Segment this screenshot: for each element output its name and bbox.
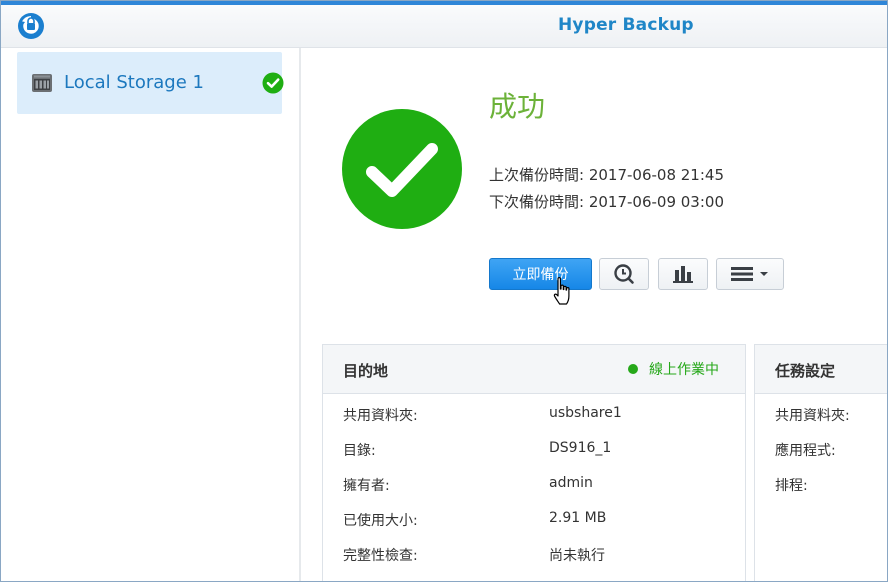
bar-chart-icon [673,266,693,283]
success-check-icon [262,72,284,94]
title-bar: Hyper Backup [1,1,887,48]
destination-row-value: 2.91 MB [549,510,607,526]
destination-row-key: 擁有者: [343,478,390,494]
success-check-icon [342,109,462,229]
chevron-down-icon [759,272,768,276]
task-settings-card-header: 任務設定 [755,345,887,394]
last-backup-time: 上次備份時間: 2017-06-08 21:45 [489,166,724,184]
sidebar-item-local-storage-1[interactable]: Local Storage 1 [17,52,284,114]
destination-row-value: 尚未執行 [549,548,605,564]
destination-card: 目的地 線上作業中 共用資料夾: usbshare1 目錄: DS916_1 擁… [322,344,746,581]
task-settings-card: 任務設定 共用資料夾: 應用程式: 排程: [754,344,887,581]
destination-title: 目的地 [343,362,389,380]
window-title: Hyper Backup [558,15,694,35]
version-list-button[interactable] [599,258,649,290]
main-panel: 成功 上次備份時間: 2017-06-08 21:45 下次備份時間: 2017… [301,48,887,581]
hand-pointer-icon [553,277,570,305]
menu-icon [730,267,753,281]
history-clock-icon [614,264,634,284]
destination-row-value: admin [549,475,593,491]
task-settings-row-key: 排程: [775,478,808,494]
online-status-dot [628,364,638,374]
next-backup-time: 下次備份時間: 2017-06-09 03:00 [489,193,724,211]
sidebar: Local Storage 1 [1,48,301,581]
task-settings-row-key: 應用程式: [775,443,836,459]
storage-icon [32,74,52,92]
sidebar-item-label: Local Storage 1 [64,72,204,93]
destination-row-value: DS916_1 [549,440,612,456]
backup-status-title: 成功 [489,90,546,123]
title-bar-accent [1,1,887,5]
statistics-button[interactable] [658,258,708,290]
task-settings-title: 任務設定 [775,362,836,380]
online-status-text: 線上作業中 [649,362,719,378]
destination-row-key: 目錄: [343,443,376,459]
destination-row-value: usbshare1 [549,405,622,421]
action-menu-button[interactable] [716,258,784,290]
backup-now-button[interactable]: 立即備份 [489,258,592,290]
destination-card-header: 目的地 線上作業中 [323,345,745,394]
destination-row-key: 完整性檢查: [343,548,418,564]
destination-row-key: 共用資料夾: [343,408,418,424]
task-settings-row-key: 共用資料夾: [775,408,850,424]
app-window: Hyper Backup Local Storage 1 成功 上次備份時間: … [0,0,888,582]
destination-row-key: 已使用大小: [343,513,418,529]
hyper-backup-app-icon[interactable] [17,12,45,40]
